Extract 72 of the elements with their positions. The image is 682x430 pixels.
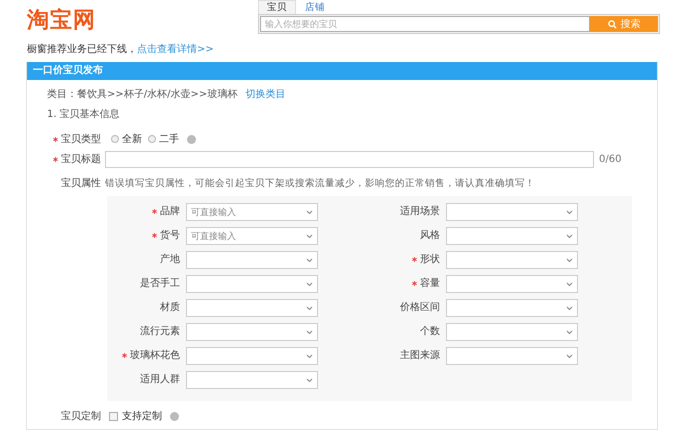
notice-text: 橱窗推荐业务已经下线， [27, 44, 137, 55]
attribute-label: 货号 [112, 227, 180, 245]
attribute-label: 是否手工 [139, 276, 180, 291]
chevron-down-icon [566, 210, 573, 214]
attribute-select[interactable] [186, 347, 318, 365]
chevron-down-icon [306, 210, 313, 214]
radio-label[interactable]: 二手 [159, 132, 179, 146]
checkbox[interactable] [109, 412, 118, 420]
char-counter: 0/60 [599, 154, 622, 164]
attribute-label: 玻璃杯花色 [112, 347, 180, 365]
chevron-down-icon [306, 258, 313, 262]
radio-button[interactable] [148, 135, 156, 143]
attribute-select[interactable] [446, 347, 578, 365]
chevron-down-icon [306, 234, 313, 238]
section-heading: 1. 宝贝基本信息 [47, 108, 120, 121]
radio-button[interactable] [111, 135, 119, 143]
search-field[interactable]: 输入你想要的宝贝 [260, 16, 590, 32]
switch-category-link[interactable]: 切换类目 [245, 87, 286, 101]
chevron-down-icon [306, 282, 313, 286]
attribute-select[interactable] [186, 251, 318, 269]
details-link[interactable]: 点击查看详情>> [137, 44, 214, 55]
chevron-down-icon [566, 282, 573, 286]
attribute-label: 个数 [419, 325, 440, 339]
attribute-label: 形状 [324, 251, 440, 269]
chevron-down-icon [306, 354, 313, 358]
title-field[interactable] [105, 150, 594, 168]
info-icon[interactable] [187, 134, 196, 144]
checkbox-label[interactable]: 支持定制 [122, 409, 162, 423]
attribute-select[interactable] [446, 227, 578, 245]
chevron-down-icon [306, 330, 313, 334]
chevron-down-icon [566, 330, 573, 334]
category-path: 类目：餐饮具>>杯子/水杯/水壶>>玻璃杯 [47, 88, 238, 101]
chevron-down-icon [566, 306, 573, 310]
attributes-hint: 错误填写宝贝属性，可能会引起宝贝下架或搜索流量减少，影响您的正常销售，请认真准确填写！ [105, 176, 535, 190]
field-label: 宝贝标题 [27, 152, 105, 166]
attribute-select[interactable] [446, 275, 578, 293]
attribute-label: 材质 [159, 300, 180, 315]
attribute-label: 主图来源 [399, 348, 440, 363]
attribute-label: 适用人群 [139, 372, 180, 387]
attribute-select[interactable] [186, 371, 318, 389]
attribute-select[interactable]: 可直接输入 [186, 227, 318, 245]
attribute-label: 价格区间 [399, 300, 440, 315]
attribute-label: 风格 [419, 228, 440, 243]
attribute-select[interactable] [446, 251, 578, 269]
info-icon[interactable] [170, 412, 179, 420]
attribute-label: 品牌 [112, 203, 180, 221]
attribute-select[interactable] [186, 275, 318, 293]
chevron-down-icon [566, 258, 573, 262]
panel-title: 一口价宝贝发布 [27, 62, 657, 80]
field-label: 宝贝类型 [27, 132, 105, 146]
field-label: 宝贝定制 [60, 410, 102, 423]
attribute-label: 产地 [159, 252, 180, 267]
chevron-down-icon [306, 378, 313, 382]
attribute-label: 适用场景 [399, 204, 440, 219]
attribute-select[interactable]: 可直接输入 [186, 203, 318, 221]
radio-label[interactable]: 全新 [122, 132, 142, 146]
search-tab[interactable]: 宝贝 [258, 0, 296, 14]
chevron-down-icon [306, 306, 313, 310]
logo[interactable]: 淘宝网 [27, 8, 96, 40]
attribute-select[interactable] [186, 323, 318, 341]
attribute-select[interactable] [446, 203, 578, 221]
chevron-down-icon [566, 234, 573, 238]
search-button[interactable]: 搜索 [590, 16, 658, 32]
attribute-select[interactable] [186, 299, 318, 317]
attribute-label: 容量 [324, 275, 440, 293]
chevron-down-icon [566, 354, 573, 358]
attribute-label: 流行元素 [139, 324, 180, 339]
attribute-select[interactable] [446, 323, 578, 341]
search-icon [608, 20, 616, 28]
search-tab[interactable]: 店铺 [296, 0, 334, 14]
field-label: 宝贝属性 [60, 176, 102, 190]
attribute-select[interactable] [446, 299, 578, 317]
